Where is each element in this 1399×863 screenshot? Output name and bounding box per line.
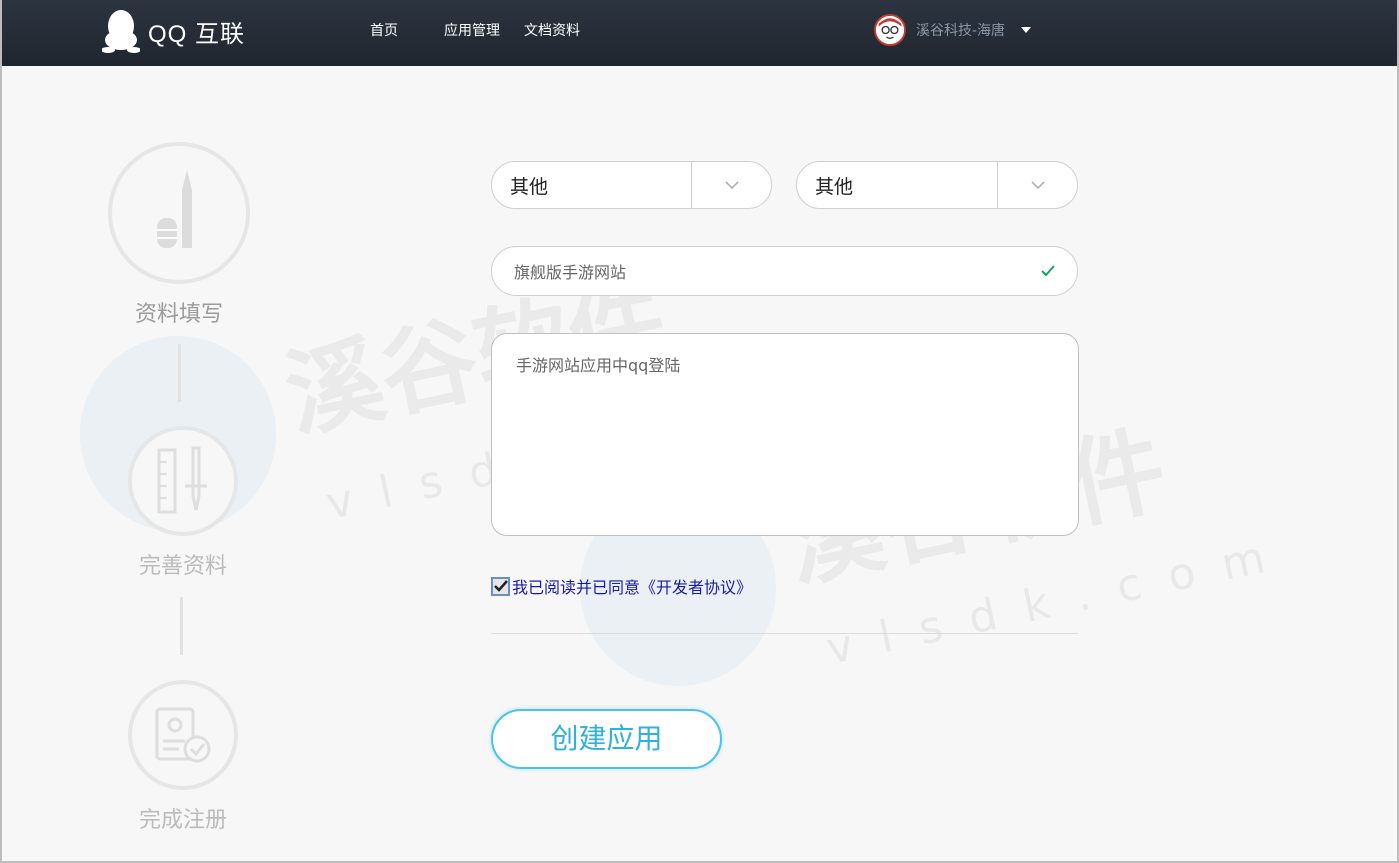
step-registration-done: 完成注册 [128,680,238,834]
step-circle [128,426,238,536]
step-fill-info: 资料填写 [108,142,250,328]
ruler-pen-icon [157,446,207,514]
nav-docs[interactable]: 文档资料 [524,20,580,40]
select-value: 其他 [815,175,854,198]
create-app-button[interactable]: 创建应用 [491,709,722,769]
category-select-2[interactable]: 其他 [796,161,1078,209]
divider [491,633,1078,634]
app-name-input[interactable]: 旗舰版手游网站 [491,246,1078,296]
chevron-down-icon[interactable] [691,162,771,208]
step-circle [128,680,238,790]
step-label: 完成注册 [138,808,227,833]
id-card-check-icon [155,707,211,763]
step-label: 完善资料 [138,554,227,579]
step-connector [178,344,181,402]
top-navigation-bar: QQ 互联 首页 应用管理 文档资料 溪谷科技-海唐 [2,0,1397,66]
avatar [874,14,906,46]
step-label: 资料填写 [134,302,223,327]
qq-connect-logo[interactable]: QQ 互联 [102,8,245,54]
app-description-textarea[interactable]: 手游网站应用中qq登陆 [491,333,1079,536]
developer-agreement-link[interactable]: 我已阅读并已同意《开发者协议》 [512,574,752,598]
category-select-1[interactable]: 其他 [491,161,772,209]
step-connector [180,597,183,655]
watermark-url: vlsdk.com [821,526,1297,675]
agreement-row: 我已阅读并已同意《开发者协议》 [491,574,752,598]
pen-icon [157,170,192,248]
main-nav: 首页 应用管理 文档资料 [370,20,580,40]
logo-text: QQ 互联 [148,20,246,48]
user-menu[interactable]: 溪谷科技-海唐 [874,14,1032,46]
qq-penguin-icon [102,10,140,53]
checkmark-icon [493,580,508,592]
select-value: 其他 [510,175,549,198]
step-circle [108,142,250,284]
nav-app-management[interactable]: 应用管理 [444,20,500,40]
valid-check-icon [1041,265,1055,277]
app-name-value: 旗舰版手游网站 [514,263,627,282]
dropdown-caret-icon [1021,27,1032,33]
chevron-down-icon[interactable] [997,162,1077,208]
nav-home[interactable]: 首页 [370,20,398,40]
agree-checkbox[interactable] [491,576,510,596]
step-complete-info: 完善资料 [128,426,238,580]
user-name: 溪谷科技-海唐 [916,23,1006,39]
